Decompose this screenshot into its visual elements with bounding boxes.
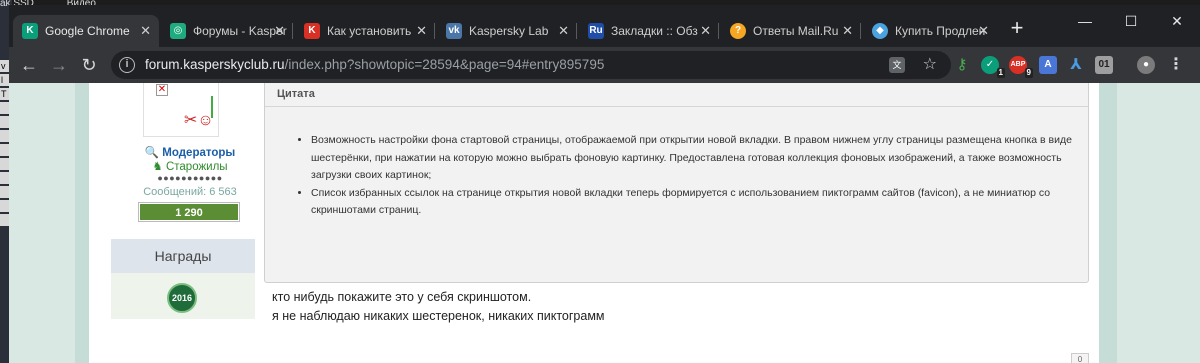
forum-post: ✕ ✂☺ 🔍 Модераторы ♞ Старожилы ●●●●●●●●●●… [89,83,1099,363]
tab-google-chrome[interactable]: K Google Chrome ✕ [13,15,159,47]
tab-title: Kaspersky Lab [469,24,549,38]
role-moderators[interactable]: 🔍 Модераторы [133,145,247,159]
tab-mail-answers[interactable]: ? Ответы Mail.Ru ✕ [721,15,861,47]
translate-icon[interactable]: 文 [889,57,905,73]
shop-icon: ◆ [872,23,888,39]
close-window-button[interactable]: ✕ [1154,5,1200,37]
url-text[interactable]: forum.kasperskyclub.ru/index.php?showtop… [145,51,604,79]
awards-heading: Награды [111,239,255,273]
tab-separator [434,23,435,39]
message-count: Сообщений: 6 563 [143,186,237,198]
tab-separator [576,23,577,39]
quote-block: Цитата Возможность настройки фона старто… [264,83,1089,283]
close-icon[interactable]: ✕ [558,15,569,47]
tab-buy-renew[interactable]: ◆ Купить Продлен ✕ [863,15,997,47]
ru-icon: Ru [588,23,604,39]
award-medal-icon[interactable]: 2016 [167,283,197,313]
avatar[interactable]: ✕ ✂☺ [143,83,219,137]
vk-icon: vk [446,23,462,39]
new-tab-button[interactable]: + [1003,15,1031,43]
page-background-left [75,83,89,363]
post-text-line: кто нибудь покажите это у себя скриншото… [272,290,532,304]
info-icon[interactable]: i [119,57,135,73]
text-extension-icon[interactable]: 01 [1095,56,1113,74]
quote-divider [265,106,1088,107]
mascot-icon: ✂☺ [184,112,214,129]
extension-badge: 9 [1024,68,1033,78]
quote-list-item: Возможность настройки фона стартовой стр… [311,132,1083,185]
close-icon[interactable]: ✕ [700,15,711,47]
toolbar: ← → ↻ i forum.kasperskyclub.ru/index.php… [9,47,1200,83]
pdf-extension-icon[interactable]: ⅄ [1067,56,1085,74]
tab-kaspersky-lab[interactable]: vk Kaspersky Lab ✕ [437,15,577,47]
adblock-extension-icon[interactable]: ABP 9 [1009,56,1033,78]
page-viewport: ✕ ✂☺ 🔍 Модераторы ♞ Старожилы ●●●●●●●●●●… [9,83,1200,363]
kaspersky-extension-icon[interactable]: ✓ 1 [981,56,1005,78]
kaspersky-k-icon: K [22,23,38,39]
tab-title: Купить Продлен [895,24,986,38]
menu-icon[interactable]: ⋮ [1167,56,1185,74]
close-icon[interactable]: ✕ [274,15,285,47]
tab-title: Google Chrome [45,24,130,38]
tab-title: Форумы - Kasper [193,24,287,38]
tab-title: Как установить [327,24,412,38]
quote-list: Возможность настройки фона стартовой стр… [293,132,1083,220]
tab-separator [860,23,861,39]
role-moderators-label: Модераторы [162,147,236,159]
profile-avatar[interactable]: ● [1137,56,1155,74]
tab-how-to-install[interactable]: K Как установить ✕ [295,15,435,47]
minimize-button[interactable]: — [1062,5,1108,37]
back-button[interactable]: ← [15,51,43,79]
awards-panel: 2016 [111,273,255,319]
tab-title: Ответы Mail.Ru [753,24,839,38]
post-reputation-counter[interactable]: 0 [1071,353,1089,363]
rank-dots: ●●●●●●●●●●● [157,173,223,183]
extension-badge: 1 [996,68,1005,78]
tab-forums[interactable]: ◎ Форумы - Kasper ✕ [161,15,293,47]
chrome-window: K Google Chrome ✕ ◎ Форумы - Kasper ✕ K … [9,5,1200,363]
close-icon[interactable]: ✕ [140,15,151,47]
translate-extension-icon[interactable]: A [1039,56,1057,74]
forward-button[interactable]: → [45,51,73,79]
quote-title: Цитата [277,88,315,100]
close-icon[interactable]: ✕ [842,15,853,47]
bookmark-star-icon[interactable]: ☆ [923,51,937,79]
tab-separator [292,23,293,39]
maximize-button[interactable]: ☐ [1108,5,1154,37]
broken-image-icon: ✕ [156,84,168,96]
close-icon[interactable]: ✕ [978,15,989,47]
tab-strip: K Google Chrome ✕ ◎ Форумы - Kasper ✕ K … [9,5,1200,47]
page-background-right [1099,83,1117,363]
url-host: forum.kasperskyclub.ru [145,57,285,72]
url-path: /index.php?showtopic=28594&page=94#entry… [284,57,605,72]
reload-button[interactable]: ↻ [75,51,103,79]
address-bar[interactable]: i forum.kasperskyclub.ru/index.php?showt… [111,51,951,79]
role-veterans[interactable]: ♞ Старожилы [133,159,247,173]
forum-icon: ◎ [170,23,186,39]
role-veterans-label: Старожилы [165,161,228,173]
quote-list-item: Список избранных ссылок на странице откр… [311,185,1083,220]
tab-bookmarks[interactable]: Ru Закладки :: Обз ✕ [579,15,719,47]
tab-separator [718,23,719,39]
reputation-badge[interactable]: 1 290 [138,202,240,222]
question-icon: ? [730,23,746,39]
tab-title: Закладки :: Обз [611,24,698,38]
key-extension-icon[interactable]: ⚷ [953,56,971,74]
close-icon[interactable]: ✕ [416,15,427,47]
kaspersky-red-icon: K [304,23,320,39]
post-text-line: я не наблюдаю никаких шестеренок, никаки… [272,309,605,323]
